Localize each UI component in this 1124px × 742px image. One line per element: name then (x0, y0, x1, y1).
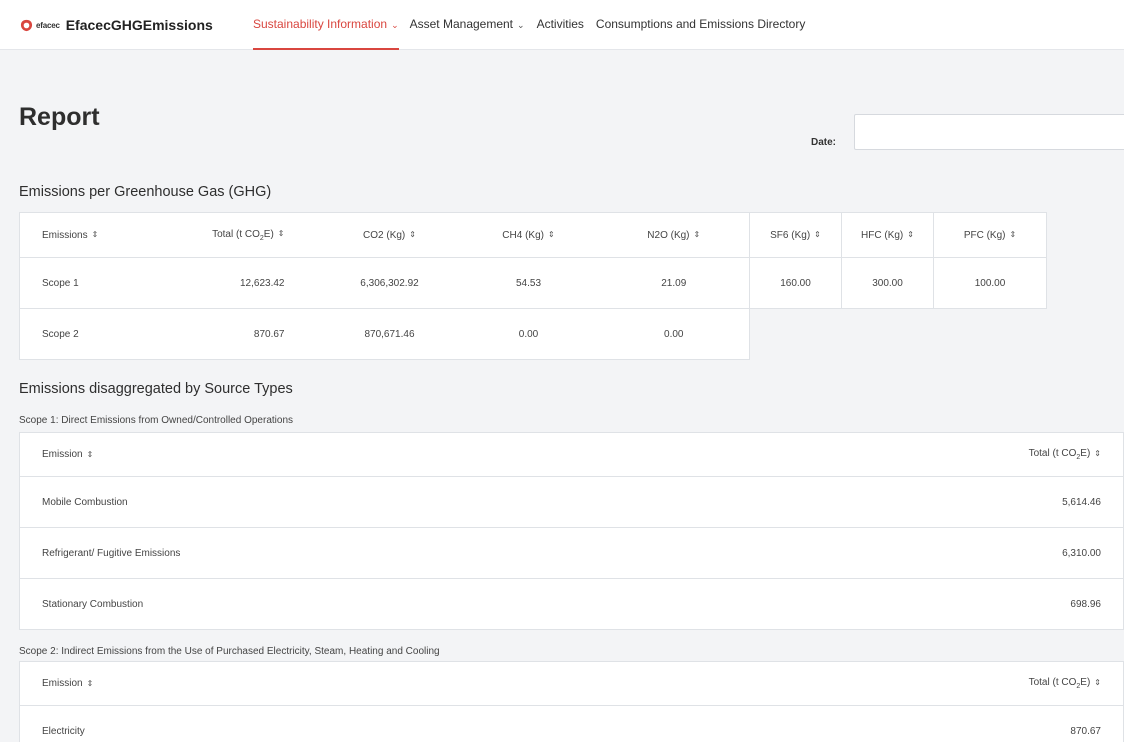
table-row: Electricity 870.67 (20, 706, 1124, 742)
table-row: Stationary Combustion 698.96 (20, 579, 1124, 630)
sort-icon[interactable]: ⇕ (548, 230, 555, 239)
nav-label: Activities (536, 17, 584, 31)
cell-emission: Electricity (42, 725, 85, 737)
page-title: Report (19, 103, 100, 131)
cell-emission: Mobile Combustion (19, 476, 572, 528)
cell-total: 698.96 (1070, 598, 1101, 610)
sort-icon[interactable]: ⇕ (278, 229, 285, 238)
cell-n2o: 0.00 (664, 328, 684, 340)
ghg-emissions-table: Emissions ⇕ Total (t CO2E) ⇕ CO2 (Kg) ⇕ CH4… (19, 212, 750, 360)
table-row: Mobile Combustion 5,614.46 (19, 476, 1124, 528)
cell-scope: Scope 2 (42, 328, 79, 340)
ghg-other-gases-table: SF6 (Kg) ⇕ HFC (Kg) ⇕ PFC (Kg) ⇕ 160.00 300… (749, 212, 1047, 309)
header-label: CO2 (Kg) (363, 229, 406, 241)
cell-total: 6,310.00 (571, 527, 1124, 579)
ghg-section-title: Emissions per Greenhouse Gas (GHG) (19, 184, 272, 200)
header-label: CH4 (Kg) (502, 229, 544, 241)
sort-icon[interactable]: ⇕ (92, 230, 99, 239)
scope2-sources-table: Emission ⇕ Total (t CO2E) ⇕ Electricity 87… (19, 661, 1124, 742)
column-header-pfc[interactable]: PFC (Kg) ⇕ (933, 212, 1047, 258)
column-header-sf6[interactable]: SF6 (Kg) ⇕ (749, 212, 842, 258)
header-label: Total (t CO (1028, 448, 1077, 459)
column-header-emission[interactable]: Emission ⇕ (19, 661, 572, 706)
scope2-caption: Scope 2: Indirect Emissions from the Use… (19, 646, 440, 657)
sort-icon[interactable]: ⇕ (1094, 449, 1101, 458)
cell-emission: Refrigerant/ Fugitive Emissions (19, 527, 572, 579)
chevron-down-icon: ⌄ (391, 20, 399, 30)
cell-emission: Stationary Combustion (42, 598, 144, 610)
sort-icon[interactable]: ⇕ (1094, 678, 1101, 687)
header-label: N2O (Kg) (647, 229, 690, 241)
column-header-total[interactable]: Total (t CO2E) ⇕ (571, 661, 1124, 706)
cell-sf6: 160.00 (749, 257, 842, 309)
header-label: Total (t CO (212, 228, 260, 240)
header-label-suffix: E) (263, 228, 274, 240)
table-row: 160.00 300.00 100.00 (749, 257, 1047, 309)
header-label-suffix: E) (1080, 677, 1091, 688)
chevron-down-icon: ⌄ (517, 20, 525, 30)
cell-n2o: 21.09 (598, 257, 750, 309)
header-label: SF6 (Kg) (770, 229, 811, 241)
cell-co2: 6,306,302.92 (320, 257, 459, 309)
brand[interactable]: efacec EfacecGHGEmissions (20, 15, 213, 35)
cell-ch4: 54.53 (458, 257, 599, 309)
header-label: Emission (42, 678, 83, 689)
table-row: Scope 1 12,623.42 6,306,302.92 54.53 21.… (19, 257, 750, 309)
date-label: Date: (811, 137, 837, 148)
column-header-emission[interactable]: Emission ⇕ (19, 432, 572, 477)
header-label: Emission (42, 449, 83, 460)
header-label-suffix: E) (1080, 448, 1091, 459)
nav-activities[interactable]: Activities (533, 0, 588, 50)
header-label: Emissions (42, 229, 88, 241)
cell-total: 870.67 (1070, 725, 1101, 737)
sources-section-title: Emissions disaggregated by Source Types (19, 381, 293, 397)
date-input[interactable] (854, 114, 1124, 150)
app-title: EfacecGHGEmissions (65, 17, 213, 33)
top-navbar: efacec EfacecGHGEmissions Sustainability… (0, 0, 1124, 50)
brand-small-text: efacec (36, 20, 60, 30)
cell-co2: 870,671.46 (364, 328, 415, 340)
column-header-ch4[interactable]: CH4 (Kg) ⇕ (458, 212, 599, 258)
column-header-total[interactable]: Total (t CO2E) ⇕ (165, 212, 321, 258)
header-label: PFC (Kg) (963, 229, 1006, 241)
nav-label: Asset Management (409, 17, 514, 31)
cell-pfc: 100.00 (974, 277, 1006, 289)
sort-icon[interactable]: ⇕ (87, 679, 94, 688)
nav-asset-management[interactable]: Asset Management ⌄ (406, 0, 529, 50)
table-row: Refrigerant/ Fugitive Emissions 6,310.00 (19, 527, 1124, 579)
cell-total: 5,614.46 (571, 476, 1124, 528)
nav-consumptions-and-emissions-directory[interactable]: Consumptions and Emissions Directory (592, 0, 809, 50)
sort-icon[interactable]: ⇕ (907, 230, 914, 239)
column-header-co2[interactable]: CO2 (Kg) ⇕ (320, 212, 459, 258)
nav-label: Consumptions and Emissions Directory (595, 17, 806, 31)
column-header-emissions[interactable]: Emissions ⇕ (19, 212, 166, 258)
sort-icon[interactable]: ⇕ (1009, 230, 1016, 239)
cell-total: 870.67 (253, 328, 285, 340)
column-header-total[interactable]: Total (t CO2E) ⇕ (571, 432, 1124, 477)
scope1-caption: Scope 1: Direct Emissions from Owned/Con… (19, 415, 294, 426)
column-header-hfc[interactable]: HFC (Kg) ⇕ (841, 212, 934, 258)
scope1-sources-table: Emission ⇕ Total (t CO2E) ⇕ Mobile Combust… (19, 432, 1124, 630)
cell-hfc: 300.00 (841, 257, 934, 309)
cell-total: 12,623.42 (165, 257, 321, 309)
main-nav: Sustainability Information ⌄ Asset Manage… (253, 0, 810, 50)
cell-scope: Scope 1 (19, 257, 166, 309)
nav-sustainability-information[interactable]: Sustainability Information ⌄ (253, 0, 399, 50)
header-label: HFC (Kg) (861, 229, 904, 241)
sort-icon[interactable]: ⇕ (814, 230, 821, 239)
efacec-logo-icon (20, 19, 33, 31)
header-label: Total (t CO (1028, 677, 1077, 688)
table-row: Scope 2 870.67 870,671.46 0.00 0.00 (20, 309, 750, 360)
sort-icon[interactable]: ⇕ (409, 230, 416, 239)
nav-label: Sustainability Information (253, 17, 388, 31)
column-header-n2o[interactable]: N2O (Kg) ⇕ (598, 212, 750, 258)
cell-ch4: 0.00 (518, 328, 539, 340)
sort-icon[interactable]: ⇕ (87, 450, 94, 459)
sort-icon[interactable]: ⇕ (694, 230, 701, 239)
